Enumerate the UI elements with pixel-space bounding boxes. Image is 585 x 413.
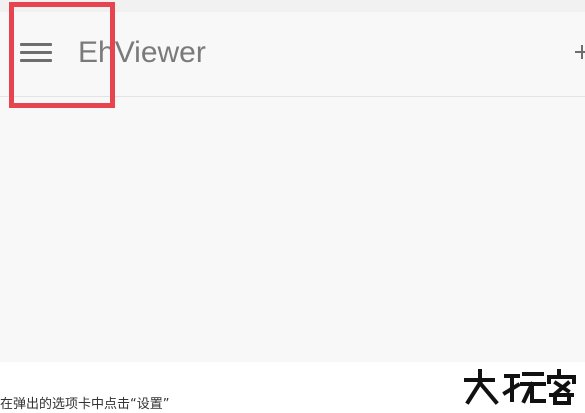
add-icon[interactable] <box>575 45 585 59</box>
dawanke-watermark-logo <box>464 369 576 405</box>
instruction-caption: 在弹出的选项卡中点击“设置” <box>0 397 170 412</box>
main-content-area <box>0 97 585 362</box>
menu-button-highlight <box>9 2 115 108</box>
